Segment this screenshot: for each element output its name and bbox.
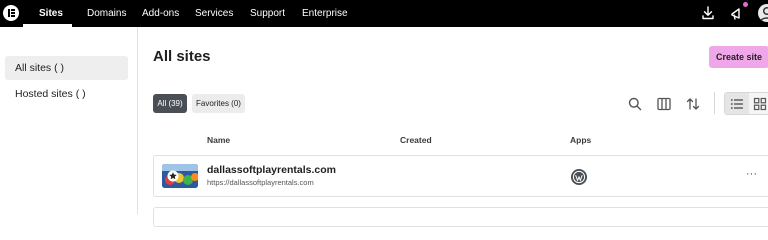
table-row[interactable] — [153, 207, 768, 227]
download-icon[interactable] — [700, 5, 716, 21]
nav-support[interactable]: Support — [250, 8, 285, 19]
column-header-apps: Apps — [570, 135, 592, 145]
nav-enterprise[interactable]: Enterprise — [302, 8, 348, 19]
nav-add-ons[interactable]: Add-ons — [142, 8, 179, 19]
more-icon[interactable]: ··· — [746, 168, 757, 180]
sidebar-item-hosted-sites[interactable]: Hosted sites ( ) — [5, 82, 128, 106]
columns-icon[interactable] — [656, 96, 672, 112]
site-thumbnail[interactable] — [162, 164, 198, 188]
page-title: All sites — [153, 48, 211, 65]
site-url[interactable]: https://dallassoftplayrentals.com — [207, 178, 314, 187]
user-avatar-icon[interactable] — [758, 4, 768, 22]
sort-icon[interactable] — [685, 96, 701, 112]
nav-services[interactable]: Services — [195, 8, 233, 19]
search-icon[interactable] — [627, 96, 643, 112]
notification-dot — [743, 2, 748, 7]
elementor-logo-icon[interactable] — [3, 5, 19, 21]
table-row[interactable] — [153, 155, 768, 197]
toolbar-divider — [714, 92, 715, 114]
list-view-icon[interactable] — [729, 96, 745, 112]
create-site-button[interactable]: Create site — [709, 46, 768, 68]
nav-domains[interactable]: Domains — [87, 8, 126, 19]
column-header-created[interactable]: Created — [400, 135, 432, 145]
sidebar-item-all-sites[interactable]: All sites ( ) — [5, 56, 128, 80]
grid-view-icon[interactable] — [752, 96, 768, 112]
site-name[interactable]: dallassoftplayrentals.com — [207, 164, 336, 176]
whats-new-icon[interactable] — [729, 5, 745, 21]
top-navigation-bar: Sites Domains Add-ons Services Support E… — [0, 0, 768, 27]
column-header-name[interactable]: Name — [207, 135, 230, 145]
sidebar: All sites ( ) Hosted sites ( ) — [0, 27, 138, 214]
filter-favorites-chip[interactable]: Favorites (0) — [192, 94, 245, 113]
filter-all-chip[interactable]: All (39) — [153, 94, 187, 113]
wordpress-icon[interactable] — [571, 169, 587, 185]
nav-sites[interactable]: Sites — [39, 8, 63, 19]
